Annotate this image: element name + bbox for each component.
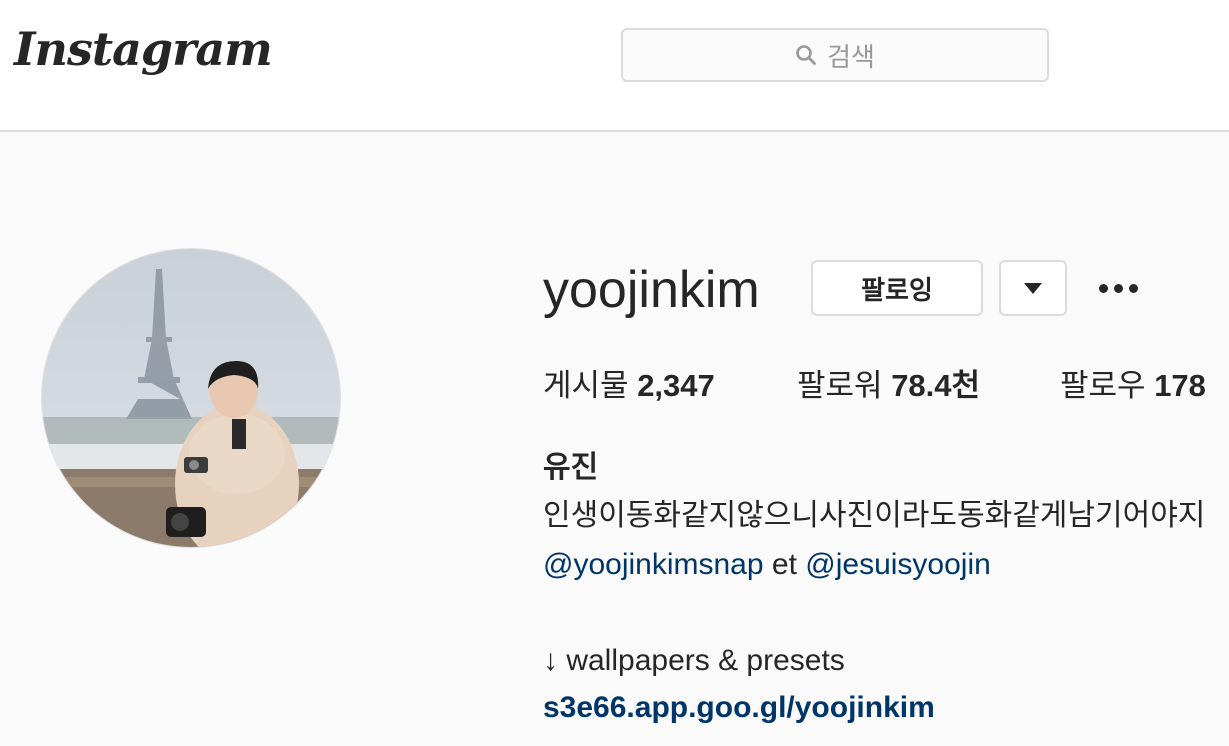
posts-count: 게시물 2,347 [543,366,715,406]
bio-conjunction: et [771,548,797,581]
profile-full-name: 유진 [543,451,599,484]
caret-down-icon [1024,282,1042,294]
followers-label: 팔로워 [797,368,883,403]
top-navigation-bar: Instagram 검색 [0,0,1229,132]
search-icon [796,45,816,65]
bio-text: 인생이동화같지않으니사진이라도동화같게남기어야지 [543,499,1206,532]
website-link[interactable]: s3e66.app.goo.gl/yoojinkim [543,688,935,728]
profile-username: yoojinkim [543,261,760,319]
following-value: 178 [1154,368,1206,403]
following-button[interactable]: 팔로잉 [811,260,983,316]
posts-label: 게시물 [543,368,629,403]
suggestions-dropdown-button[interactable] [999,260,1067,316]
more-dot-icon [1113,283,1123,293]
profile-avatar[interactable] [41,248,341,548]
instagram-logo[interactable]: Instagram [14,22,273,76]
more-dot-icon [1128,283,1138,293]
avatar-photo [42,249,340,547]
search-placeholder: 검색 [827,41,875,72]
more-options-button[interactable] [1088,270,1148,306]
followers-value: 78.4천 [891,368,981,403]
mention-link-jesuisyoojin[interactable]: @jesuisyoojin [805,548,991,581]
mention-link-yoojinkimsnap[interactable]: @yoojinkimsnap [543,548,764,581]
posts-value: 2,347 [637,368,715,403]
followers-count[interactable]: 팔로워 78.4천 [797,366,980,406]
following-label: 팔로우 [1060,368,1146,403]
search-input[interactable]: 검색 [621,28,1049,82]
more-dot-icon [1098,283,1108,293]
bio-mentions: @yoojinkimsnap et @jesuisyoojin [543,545,991,585]
bio-wallpapers-line: ↓ wallpapers & presets [543,644,845,677]
following-count[interactable]: 팔로우 178 [1060,366,1206,406]
